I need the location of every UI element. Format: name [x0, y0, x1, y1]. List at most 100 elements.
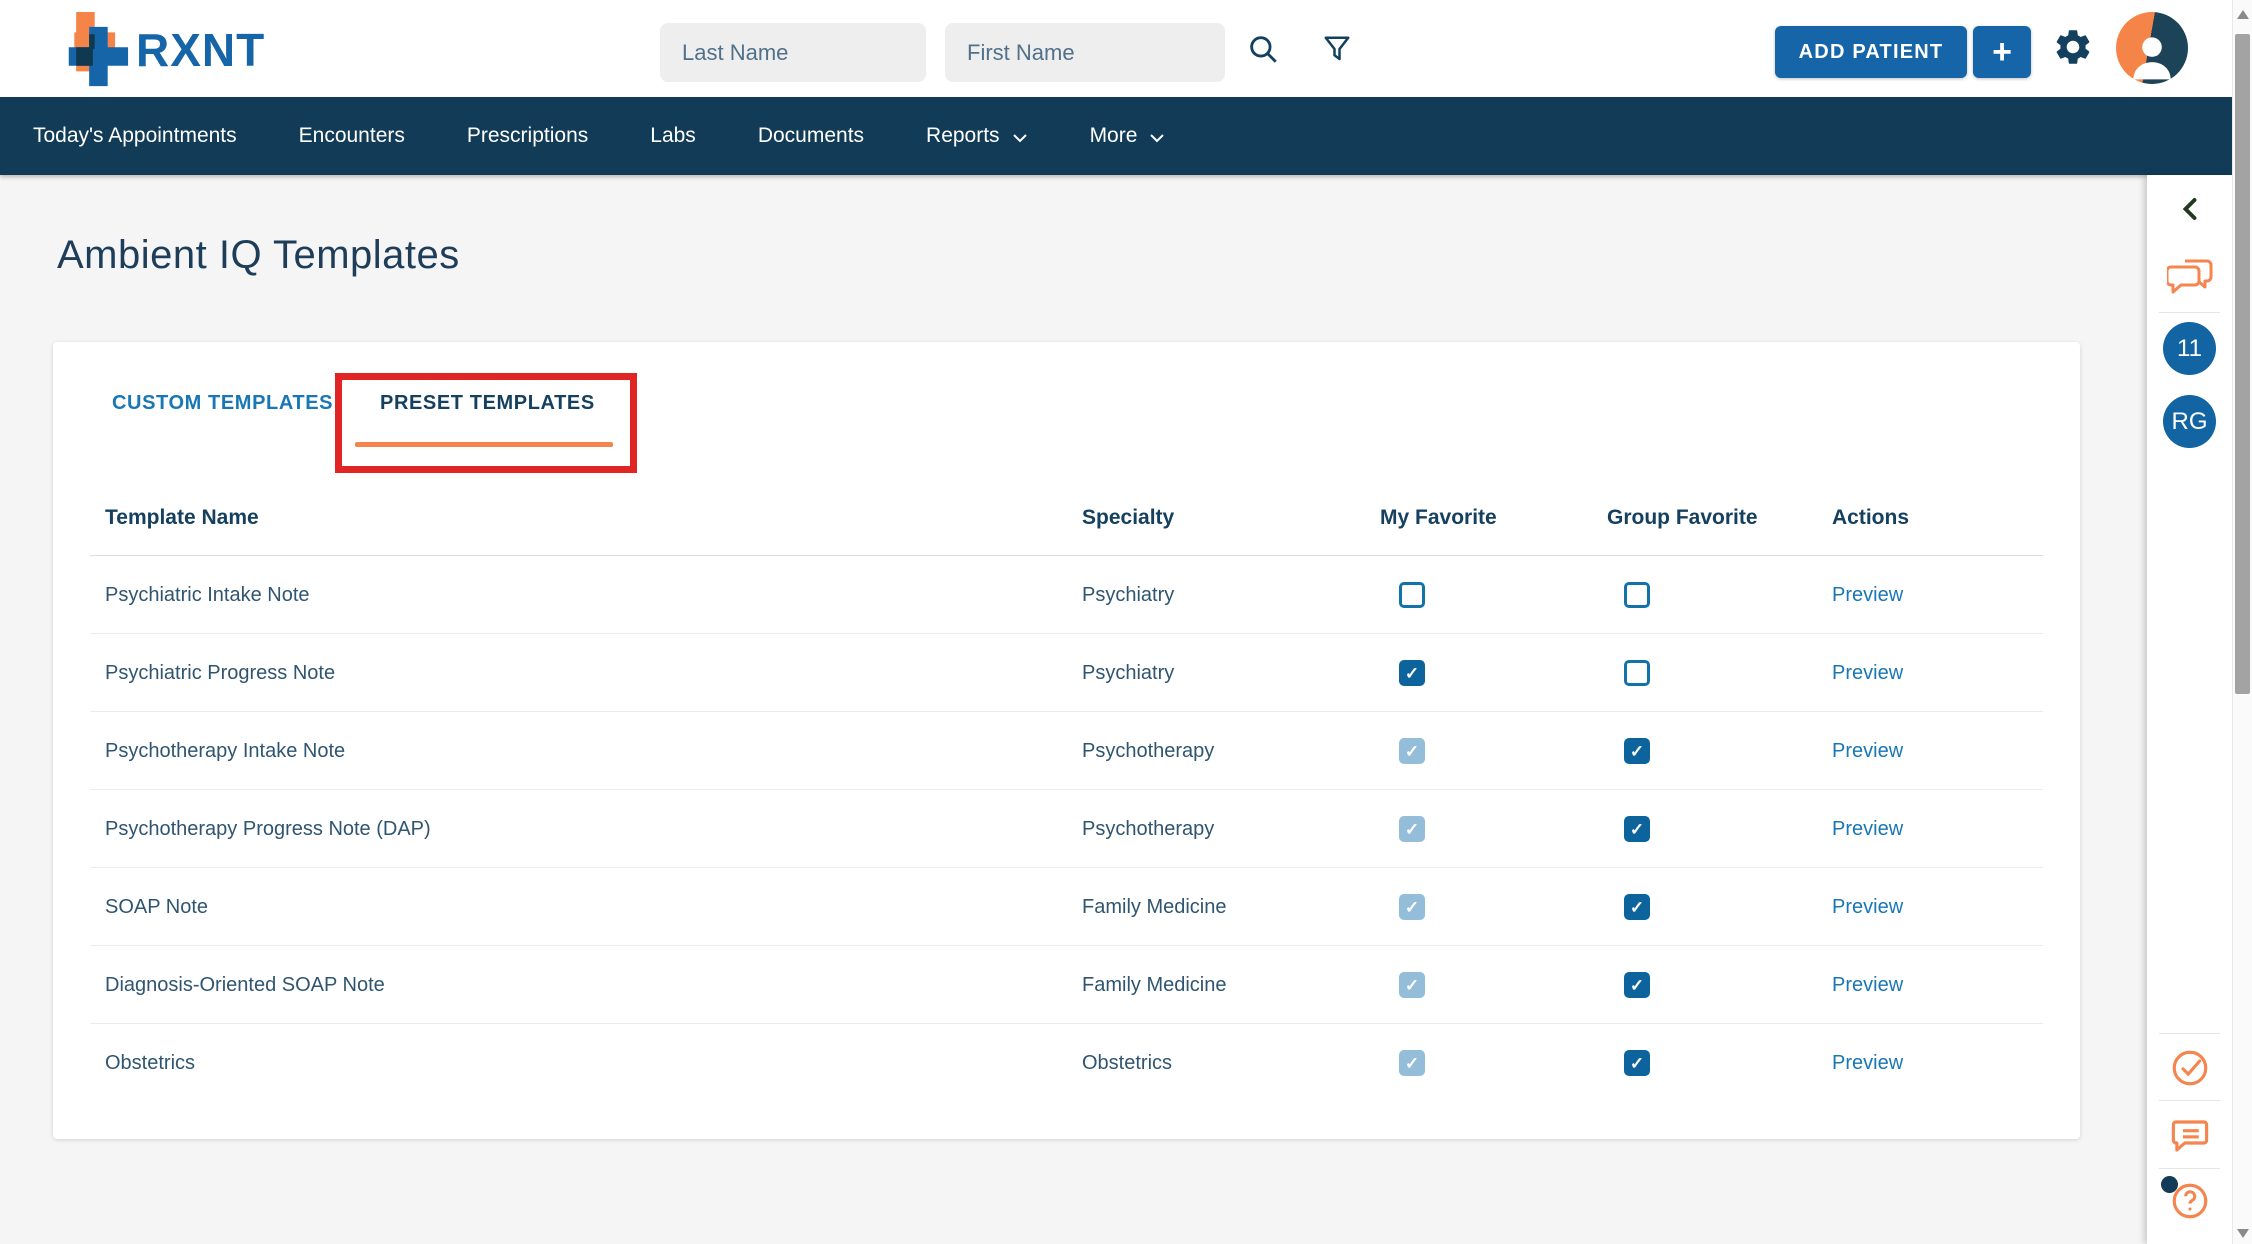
specialty-cell: Family Medicine — [1082, 895, 1227, 918]
actions-cell: Preview — [1832, 556, 1903, 634]
top-header: RXNT ADD PATIENT + — [0, 0, 2232, 97]
feedback-message-button[interactable] — [2147, 1115, 2232, 1157]
actions-cell: Preview — [1832, 712, 1903, 790]
scroll-down-arrow[interactable] — [2237, 1229, 2249, 1238]
table-row: Psychiatric Progress Note Psychiatry ✓ ✓… — [90, 634, 2043, 712]
nav-todays-appointments[interactable]: Today's Appointments — [0, 97, 268, 175]
template-name-cell: Obstetrics — [105, 1051, 196, 1074]
help-notification-dot — [2160, 1176, 2178, 1193]
my-favorite-cell: ✓ — [1399, 1024, 1425, 1102]
preview-link[interactable]: Preview — [1832, 896, 1903, 919]
chevron-left-icon — [2182, 198, 2196, 220]
group-favorite-checkbox[interactable]: ✓ — [1624, 582, 1650, 608]
table-body: Psychiatric Intake Note Psychiatry ✓ ✓ P… — [90, 556, 2043, 1102]
my-favorite-checkbox[interactable]: ✓ — [1399, 816, 1425, 842]
template-name-cell: Psychiatric Intake Note — [105, 583, 310, 606]
gear-icon[interactable] — [2052, 26, 2094, 68]
preview-link[interactable]: Preview — [1832, 584, 1903, 607]
divider — [2159, 1168, 2220, 1169]
my-favorite-cell: ✓ — [1399, 868, 1425, 946]
group-favorite-checkbox[interactable]: ✓ — [1624, 660, 1650, 686]
chat-bubbles-icon — [2166, 259, 2212, 294]
tasks-check-button[interactable] — [2147, 1047, 2232, 1089]
table-row: Psychotherapy Intake Note Psychotherapy … — [90, 712, 2043, 790]
filter-icon[interactable] — [1316, 28, 1358, 70]
col-header-actions: Actions — [1832, 506, 1910, 529]
last-name-input[interactable] — [660, 23, 926, 82]
template-name-cell: Psychotherapy Progress Note (DAP) — [105, 817, 431, 840]
search-icon[interactable] — [1242, 28, 1284, 70]
main-nav: Today's Appointments Encounters Prescrip… — [0, 97, 2232, 175]
group-favorite-cell: ✓ — [1624, 556, 1650, 634]
group-favorite-cell: ✓ — [1624, 868, 1650, 946]
template-name-cell: SOAP Note — [105, 895, 209, 918]
chat-bubbles-button[interactable] — [2147, 255, 2232, 299]
preview-link[interactable]: Preview — [1832, 818, 1903, 841]
scroll-up-arrow[interactable] — [2237, 10, 2249, 19]
table-row: SOAP Note Family Medicine ✓ ✓ Preview — [90, 868, 2043, 946]
divider — [2159, 1100, 2220, 1101]
table-row: Obstetrics Obstetrics ✓ ✓ Preview — [90, 1024, 2043, 1102]
specialty-cell: Psychotherapy — [1082, 739, 1215, 762]
check-circle-icon — [2172, 1050, 2207, 1086]
group-favorite-checkbox[interactable]: ✓ — [1624, 816, 1650, 842]
nav-labs[interactable]: Labs — [619, 97, 727, 175]
add-patient-button[interactable]: ADD PATIENT — [1775, 26, 1967, 78]
my-favorite-cell: ✓ — [1399, 556, 1425, 634]
actions-cell: Preview — [1832, 790, 1903, 868]
first-name-input[interactable] — [945, 23, 1225, 82]
my-favorite-cell: ✓ — [1399, 634, 1425, 712]
vertical-scrollbar[interactable] — [2232, 0, 2252, 1244]
tab-custom-templates[interactable]: CUSTOM TEMPLATES — [112, 392, 333, 415]
my-favorite-cell: ✓ — [1399, 712, 1425, 790]
my-favorite-checkbox[interactable]: ✓ — [1399, 1050, 1425, 1076]
main-content: Ambient IQ Templates CUSTOM TEMPLATES PR… — [0, 175, 2145, 1244]
my-favorite-checkbox[interactable]: ✓ — [1399, 738, 1425, 764]
table-row: Psychiatric Intake Note Psychiatry ✓ ✓ P… — [90, 556, 2043, 634]
preview-link[interactable]: Preview — [1832, 974, 1903, 997]
nav-encounters[interactable]: Encounters — [268, 97, 436, 175]
specialty-cell: Psychiatry — [1082, 661, 1175, 684]
actions-cell: Preview — [1832, 1024, 1903, 1102]
specialty-cell: Family Medicine — [1082, 973, 1227, 996]
group-favorite-checkbox[interactable]: ✓ — [1624, 972, 1650, 998]
group-favorite-checkbox[interactable]: ✓ — [1624, 1050, 1650, 1076]
my-favorite-checkbox[interactable]: ✓ — [1399, 660, 1425, 686]
col-header-specialty: Specialty — [1082, 506, 1175, 529]
col-header-my-favorite: My Favorite — [1380, 506, 1497, 529]
rxnt-logo-mark — [68, 12, 129, 87]
app-root: RXNT ADD PATIENT + — [0, 0, 2252, 1244]
rxnt-logo[interactable]: RXNT — [52, 12, 265, 88]
nav-prescriptions[interactable]: Prescriptions — [436, 97, 619, 175]
col-header-group-favorite: Group Favorite — [1607, 506, 1758, 529]
group-favorite-checkbox[interactable]: ✓ — [1624, 894, 1650, 920]
tab-preset-templates[interactable]: PRESET TEMPLATES — [380, 392, 595, 415]
nav-reports[interactable]: Reports — [895, 97, 1059, 175]
specialty-cell: Psychotherapy — [1082, 817, 1215, 840]
group-favorite-checkbox[interactable]: ✓ — [1624, 738, 1650, 764]
quick-add-button[interactable]: + — [1973, 26, 2031, 78]
notification-count-badge[interactable]: 11 — [2163, 322, 2216, 375]
preview-link[interactable]: Preview — [1832, 740, 1903, 763]
my-favorite-checkbox[interactable]: ✓ — [1399, 972, 1425, 998]
actions-cell: Preview — [1832, 946, 1903, 1024]
specialty-cell: Obstetrics — [1082, 1051, 1173, 1074]
nav-documents[interactable]: Documents — [727, 97, 895, 175]
my-favorite-checkbox[interactable]: ✓ — [1399, 582, 1425, 608]
my-favorite-cell: ✓ — [1399, 790, 1425, 868]
user-initials-badge[interactable]: RG — [2163, 395, 2216, 448]
active-tab-underline — [355, 442, 613, 447]
table-row: Diagnosis-Oriented SOAP Note Family Medi… — [90, 946, 2043, 1024]
message-icon — [2171, 1120, 2208, 1152]
nav-more[interactable]: More — [1059, 97, 1197, 175]
scrollbar-thumb[interactable] — [2235, 34, 2250, 694]
template-name-cell: Psychiatric Progress Note — [105, 661, 336, 684]
my-favorite-cell: ✓ — [1399, 946, 1425, 1024]
user-avatar[interactable] — [2116, 12, 2188, 84]
my-favorite-checkbox[interactable]: ✓ — [1399, 894, 1425, 920]
preview-link[interactable]: Preview — [1832, 1052, 1903, 1075]
template-name-cell: Psychotherapy Intake Note — [105, 739, 346, 762]
collapse-sidebar-button[interactable] — [2147, 197, 2232, 221]
help-button[interactable] — [2147, 1176, 2232, 1227]
preview-link[interactable]: Preview — [1832, 662, 1903, 685]
